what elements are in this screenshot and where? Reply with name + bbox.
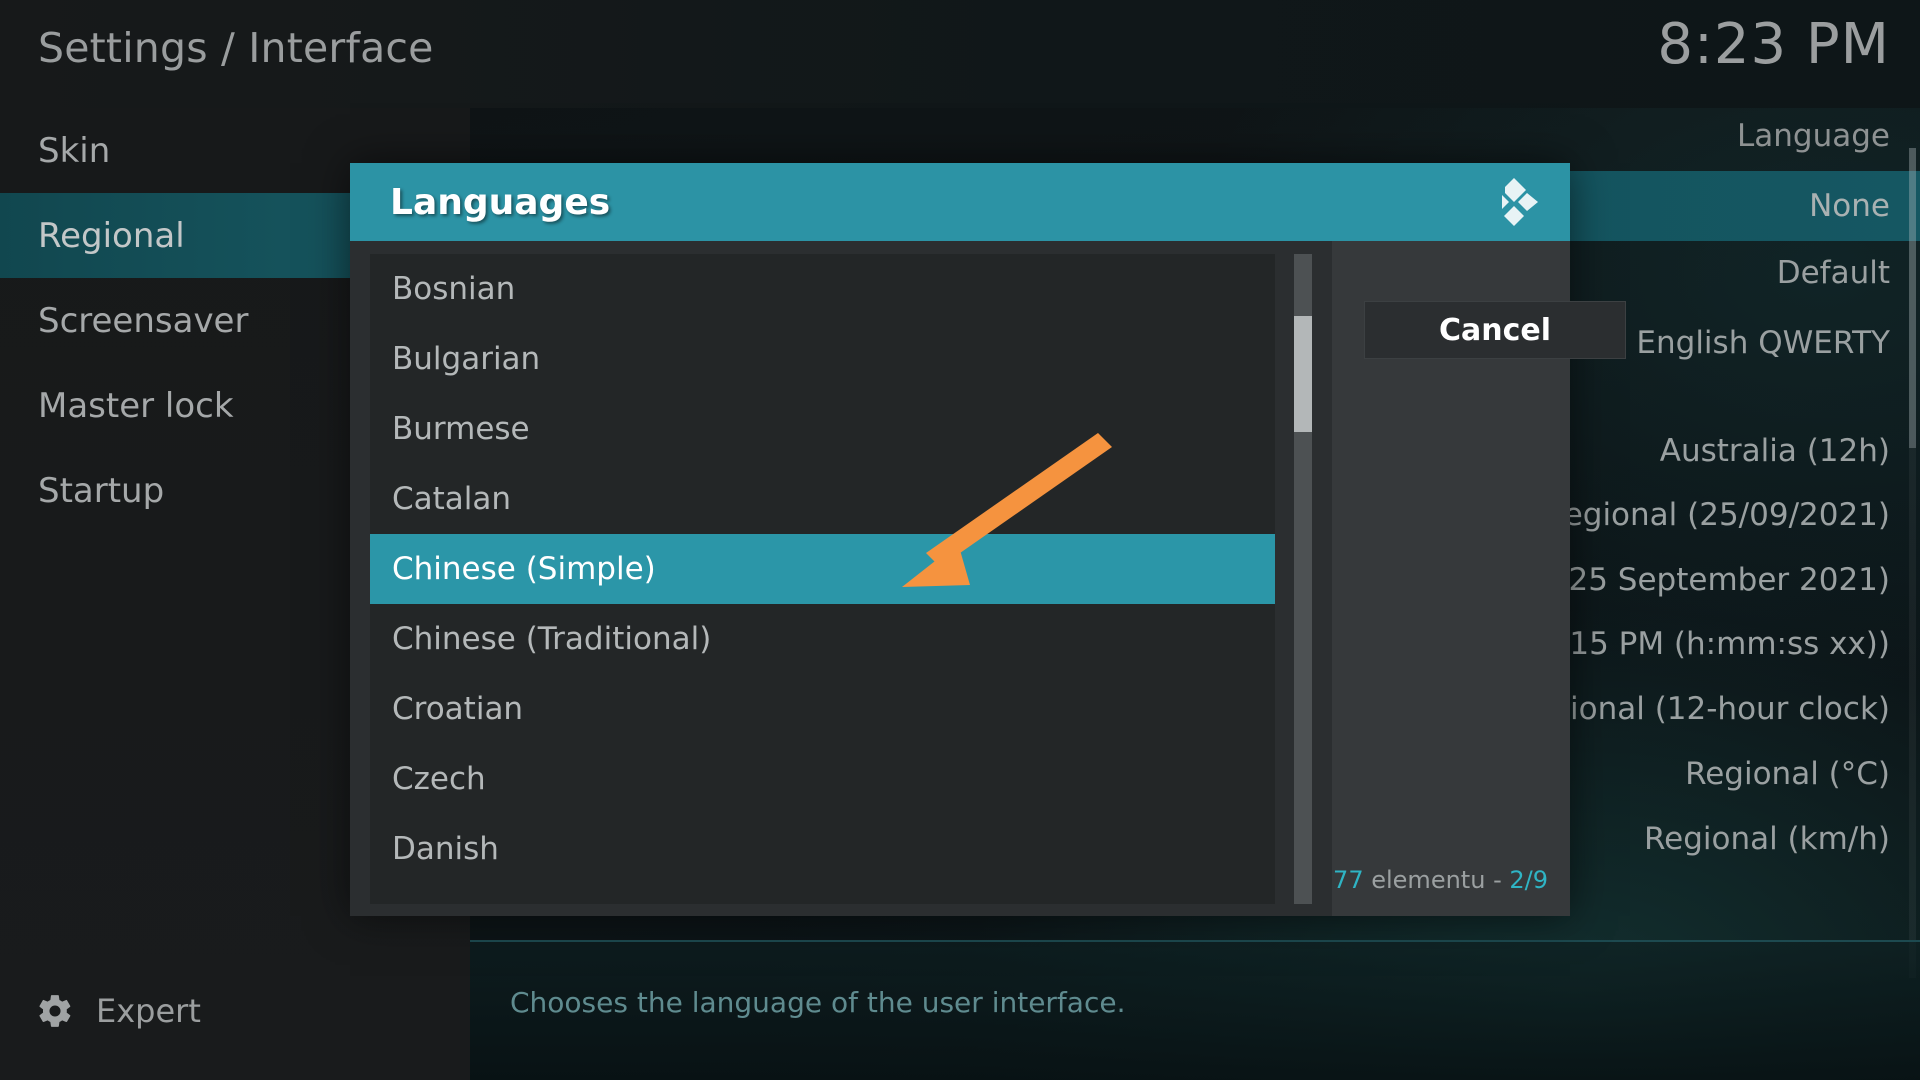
list-item[interactable]: Burmese: [370, 394, 1275, 464]
list-item-label: Chinese (Simple): [392, 551, 656, 587]
clock: 8:23 PM: [1657, 12, 1890, 77]
gear-icon: [36, 992, 74, 1030]
item-count-total: 77: [1333, 866, 1364, 894]
settings-level-label: Expert: [96, 992, 201, 1030]
list-item-label: Catalan: [392, 481, 512, 517]
list-item-label: Burmese: [392, 411, 530, 447]
item-count-separator: -: [1493, 866, 1502, 894]
item-count-unit: elementu: [1371, 866, 1486, 894]
help-text: Chooses the language of the user interfa…: [510, 986, 1126, 1019]
setting-value: Australia (12h): [1659, 433, 1890, 469]
list-item[interactable]: Chinese (Traditional): [370, 604, 1275, 674]
top-bar: Settings / Interface 8:23 PM: [0, 0, 1920, 108]
list-item[interactable]: Danish: [370, 814, 1275, 884]
kodi-settings-screen: Settings / Interface 8:23 PM Skin Regiona…: [0, 0, 1920, 1080]
setting-value: Regional (°C): [1685, 756, 1890, 792]
list-item[interactable]: Bosnian: [370, 254, 1275, 324]
list-item-label: Croatian: [392, 691, 524, 727]
list-item[interactable]: Chinese (Simple): [370, 534, 1275, 604]
setting-value: egional (12-hour clock): [1531, 691, 1890, 727]
item-count: 77 elementu - 2/9: [1333, 866, 1548, 894]
list-item-label: Bosnian: [392, 271, 516, 307]
list-item-label: Bulgarian: [392, 341, 541, 377]
page-title: Settings / Interface: [38, 24, 434, 72]
list-item[interactable]: Czech: [370, 744, 1275, 814]
setting-value: None: [1809, 188, 1890, 224]
list-item[interactable]: Bulgarian: [370, 324, 1275, 394]
list-item-label: Czech: [392, 761, 486, 797]
setting-value: Default: [1776, 255, 1890, 291]
dialog-title: Languages: [390, 181, 611, 223]
list-item[interactable]: Croatian: [370, 674, 1275, 744]
list-item-label: Danish: [392, 831, 499, 867]
dialog-body: Bosnian Bulgarian Burmese Catalan Chinese (S…: [350, 241, 1626, 916]
list-item[interactable]: Catalan: [370, 464, 1275, 534]
language-list-scrollbar-thumb[interactable]: [1294, 316, 1312, 432]
setting-value: English QWERTY: [1636, 325, 1890, 361]
cancel-button[interactable]: Cancel: [1364, 301, 1626, 359]
sidebar-item-label: Screensaver: [38, 300, 249, 341]
languages-dialog: Languages Bosnian Bulgarian Burmese Catalan…: [350, 163, 1626, 916]
dialog-side-panel: Cancel 77 elementu - 2/9: [1332, 241, 1626, 916]
language-list-scrollbar[interactable]: [1294, 254, 1312, 904]
setting-value: Regional (25/09/2021): [1543, 497, 1890, 533]
setting-value: 3:15 PM (h:mm:ss xx)): [1539, 626, 1890, 662]
sidebar-item-label: Skin: [38, 130, 111, 171]
sidebar-item-label: Regional: [38, 215, 185, 256]
sidebar-item-label: Master lock: [38, 385, 234, 426]
language-list: Bosnian Bulgarian Burmese Catalan Chinese (S…: [370, 254, 1275, 904]
settings-scrollbar-thumb[interactable]: [1909, 148, 1916, 448]
setting-value: Regional (km/h): [1643, 821, 1890, 857]
dialog-header: Languages: [350, 163, 1570, 241]
settings-scrollbar[interactable]: [1909, 148, 1916, 978]
settings-section-label: Language: [1737, 118, 1890, 154]
kodi-logo-icon: [1488, 176, 1540, 228]
settings-level-button[interactable]: Expert: [36, 992, 201, 1030]
list-item-label: Chinese (Traditional): [392, 621, 712, 657]
item-count-position: 2/9: [1509, 866, 1548, 894]
setting-value: y, 25 September 2021): [1530, 562, 1890, 598]
help-bar: Chooses the language of the user interfa…: [470, 940, 1920, 1080]
sidebar-item-label: Startup: [38, 470, 165, 511]
